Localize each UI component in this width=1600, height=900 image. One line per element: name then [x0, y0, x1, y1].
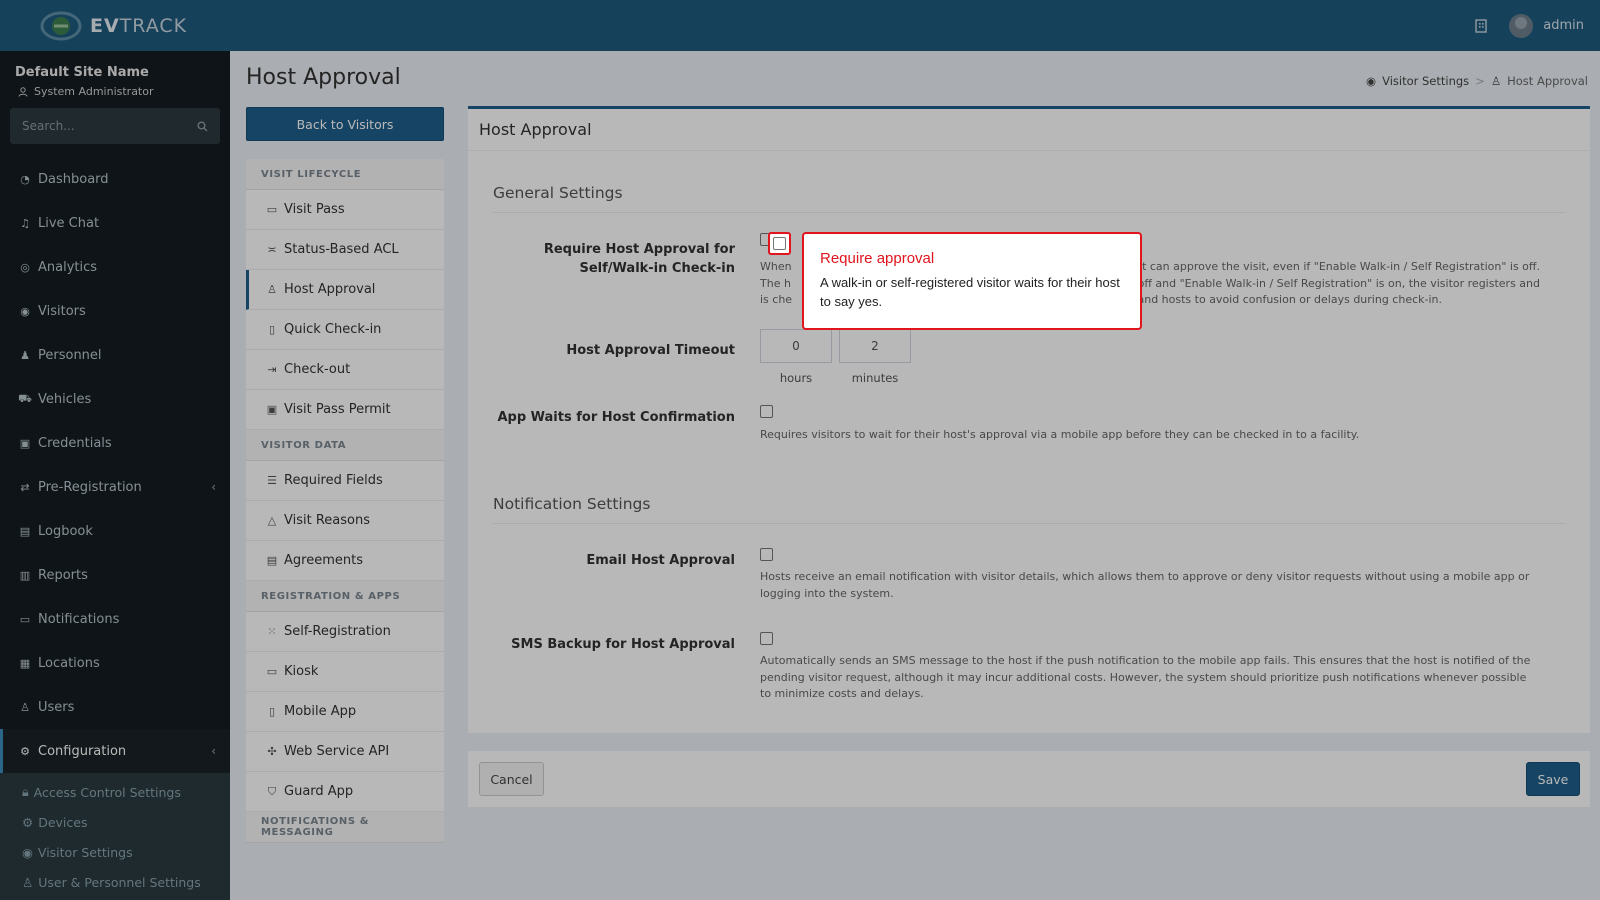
tutorial-popover: Require approval A walk-in or self-regis… — [802, 232, 1142, 330]
highlighted-require-approval-checkbox[interactable] — [768, 232, 791, 255]
popover-text: A walk-in or self-registered visitor wai… — [820, 275, 1120, 309]
popover-title: Require approval — [820, 250, 935, 267]
checkbox-box — [773, 237, 786, 250]
tutorial-overlay — [0, 0, 1600, 900]
